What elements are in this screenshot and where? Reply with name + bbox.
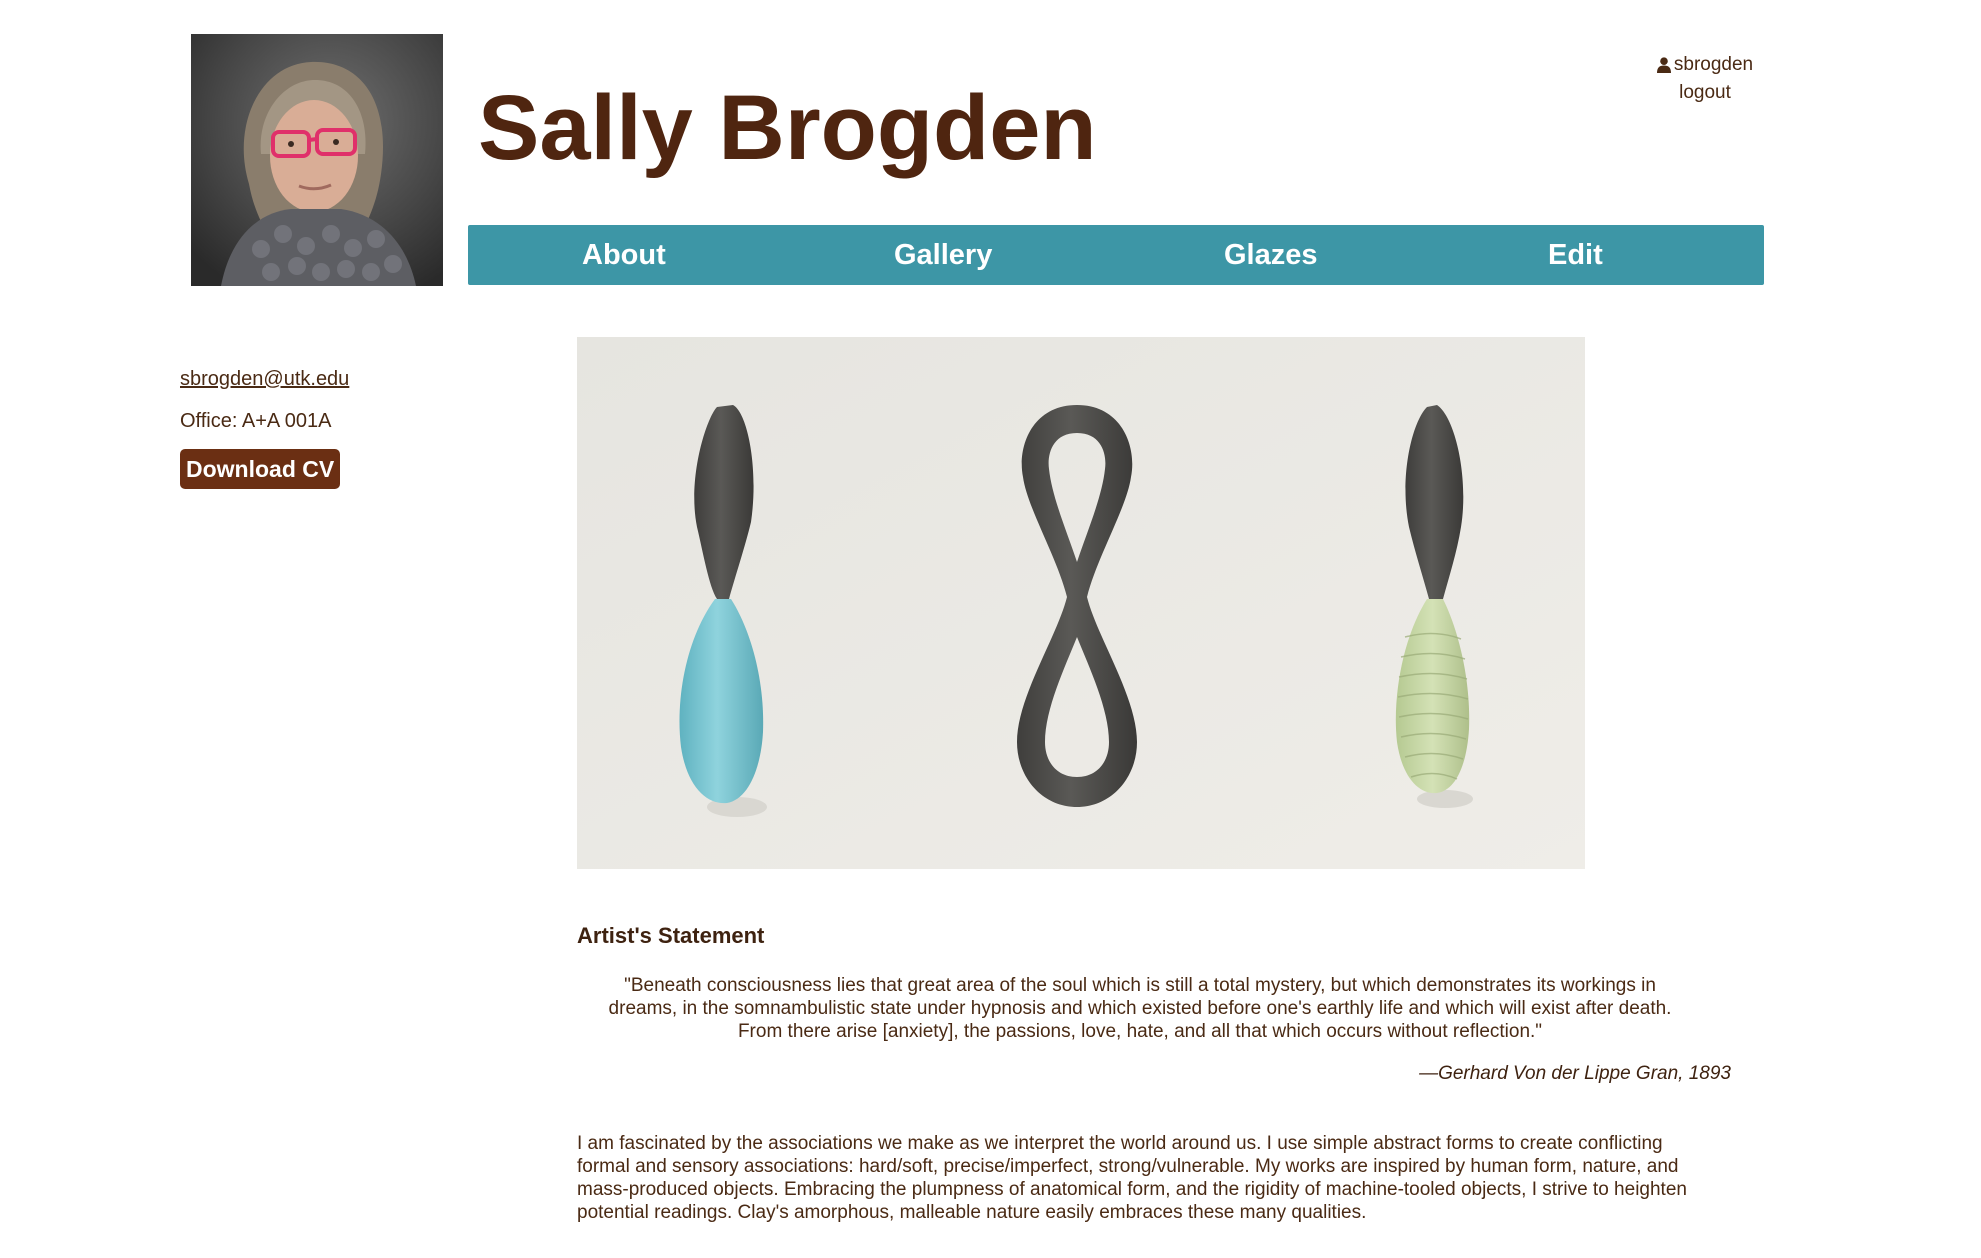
username: sbrogden — [1673, 54, 1754, 75]
artist-portrait — [191, 34, 443, 286]
main-nav: About Gallery Glazes Edit — [468, 225, 1764, 285]
user-account[interactable]: sbrogden — [1656, 52, 1754, 77]
nav-edit[interactable]: Edit — [1548, 225, 1603, 285]
featured-artwork-image — [577, 337, 1585, 869]
statement-quote: "Beneath consciousness lies that great a… — [608, 975, 1672, 1042]
statement-body: I am fascinated by the associations we m… — [577, 1133, 1687, 1223]
quote-attribution: —Gerhard Von der Lippe Gran, 1893 — [1419, 1063, 1731, 1084]
download-cv-button[interactable]: Download CV — [180, 449, 341, 489]
nav-about[interactable]: About — [582, 225, 666, 285]
page: Sally Brogden sbrogden logout About Gall… — [0, 0, 1981, 1258]
email-link[interactable]: sbrogden@utk.edu — [180, 365, 480, 393]
nav-gallery[interactable]: Gallery — [894, 225, 992, 285]
site-title: Sally Brogden — [478, 77, 1097, 179]
statement-heading: Artist's Statement — [577, 923, 765, 948]
contact-sidebar: sbrogden@utk.edu Office: A+A 001A Downlo… — [180, 365, 480, 489]
nav-glazes[interactable]: Glazes — [1224, 225, 1318, 285]
logout-link[interactable]: logout — [1620, 80, 1790, 105]
user-box: sbrogden logout — [1620, 52, 1790, 105]
office-location: Office: A+A 001A — [180, 410, 332, 432]
user-icon — [1656, 56, 1671, 73]
